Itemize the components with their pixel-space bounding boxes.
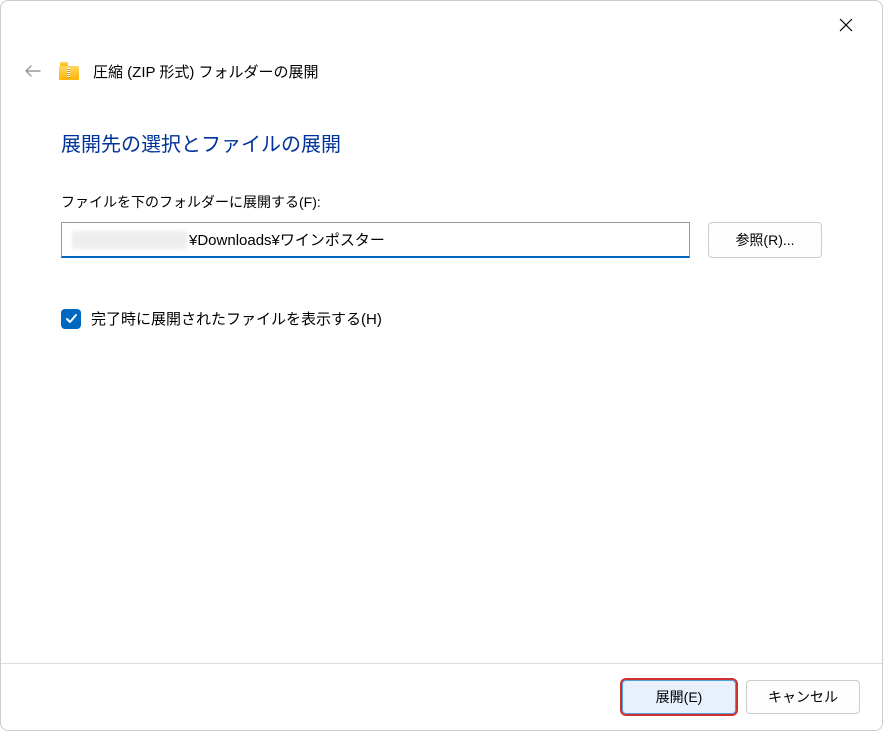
extract-button[interactable]: 展開(E) <box>622 680 736 714</box>
close-button[interactable] <box>824 9 868 41</box>
path-row: ¥Downloads¥ワインポスター 参照(R)... <box>61 222 822 258</box>
zip-folder-icon <box>59 62 79 80</box>
back-button[interactable] <box>21 59 45 83</box>
extract-wizard-dialog: 圧縮 (ZIP 形式) フォルダーの展開 展開先の選択とファイルの展開 ファイル… <box>0 0 883 731</box>
show-files-checkbox-row: 完了時に展開されたファイルを表示する(H) <box>61 308 822 329</box>
back-arrow-icon <box>24 62 42 80</box>
show-files-checkbox-label: 完了時に展開されたファイルを表示する(H) <box>91 308 382 329</box>
cancel-button[interactable]: キャンセル <box>746 680 860 714</box>
path-visible-text: ¥Downloads¥ワインポスター <box>189 229 385 250</box>
show-files-checkbox[interactable] <box>61 309 81 329</box>
redacted-path-prefix <box>72 231 187 249</box>
browse-button[interactable]: 参照(R)... <box>708 222 822 258</box>
main-heading: 展開先の選択とファイルの展開 <box>61 128 822 157</box>
dialog-header: 圧縮 (ZIP 形式) フォルダーの展開 <box>1 1 882 83</box>
dialog-footer: 展開(E) キャンセル <box>1 663 882 730</box>
dialog-title: 圧縮 (ZIP 形式) フォルダーの展開 <box>93 61 319 82</box>
path-field-label: ファイルを下のフォルダーに展開する(F): <box>61 192 822 212</box>
close-icon <box>839 18 853 32</box>
checkmark-icon <box>65 312 78 325</box>
destination-path-input[interactable]: ¥Downloads¥ワインポスター <box>61 222 690 258</box>
dialog-content: 展開先の選択とファイルの展開 ファイルを下のフォルダーに展開する(F): ¥Do… <box>1 83 882 663</box>
